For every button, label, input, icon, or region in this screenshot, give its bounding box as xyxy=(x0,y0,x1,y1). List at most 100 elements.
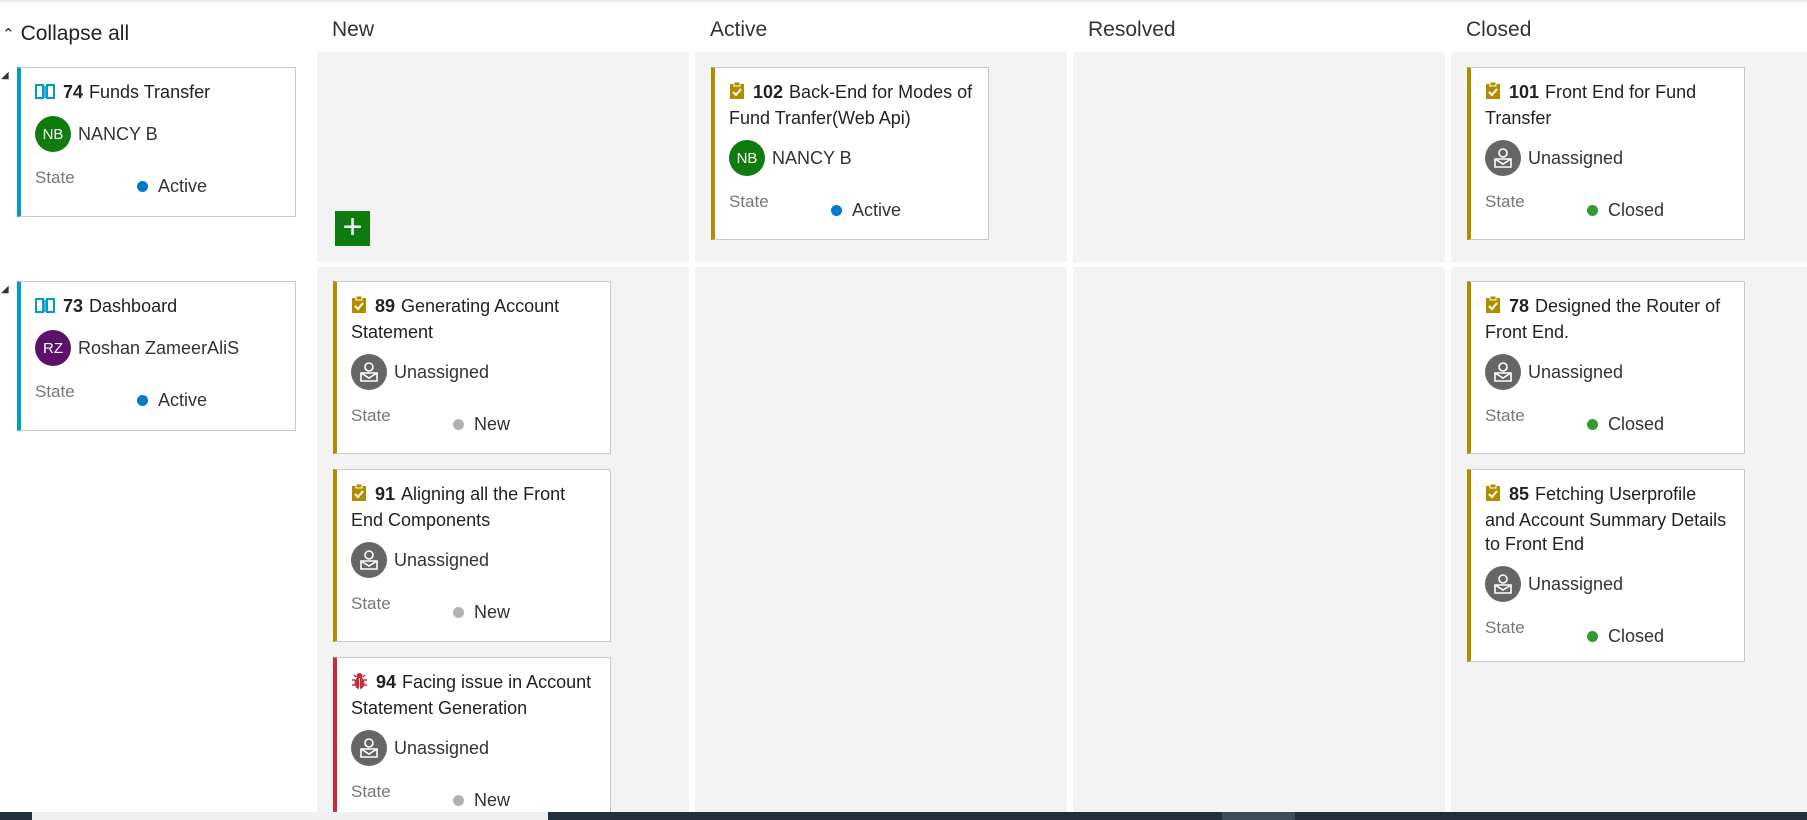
book-icon xyxy=(35,82,55,106)
state-active-dot-icon xyxy=(137,181,148,192)
state-value: New xyxy=(474,602,511,622)
state-field[interactable]: State Active xyxy=(729,192,974,220)
work-item-id: 91 xyxy=(375,484,396,504)
state-field[interactable]: State Active xyxy=(35,168,281,196)
unassigned-avatar-icon xyxy=(1485,566,1521,602)
top-divider xyxy=(0,0,1807,2)
assignee[interactable]: Unassigned xyxy=(1485,566,1730,602)
state-new-dot-icon xyxy=(453,795,464,806)
state-label: State xyxy=(351,406,391,425)
state-closed-dot-icon xyxy=(1587,205,1598,216)
task-clipboard-icon xyxy=(1485,81,1501,106)
work-item-id: 78 xyxy=(1509,296,1530,316)
work-item-id: 102 xyxy=(753,82,784,102)
column-header-new: New xyxy=(332,18,375,41)
state-closed-dot-icon xyxy=(1587,631,1598,642)
work-item-id: 89 xyxy=(375,296,396,316)
assignee[interactable]: NB NANCY B xyxy=(35,116,281,152)
parent-card-73[interactable]: 73 Dashboard RZ Roshan ZameerAliS State A… xyxy=(17,281,296,431)
state-value: New xyxy=(474,414,511,434)
state-value: New xyxy=(474,790,511,810)
column-header-active: Active xyxy=(710,18,768,41)
column-header-resolved: Resolved xyxy=(1088,18,1176,41)
state-value: Active xyxy=(158,176,208,196)
assignee[interactable]: Unassigned xyxy=(351,542,596,578)
state-field[interactable]: State Active xyxy=(35,382,281,410)
collapse-all-button[interactable]: ⌃ Collapse all xyxy=(2,22,129,46)
state-label: State xyxy=(1485,618,1525,637)
work-item-title[interactable]: Dashboard xyxy=(89,296,177,316)
task-clipboard-icon xyxy=(351,483,367,508)
state-label: State xyxy=(1485,192,1525,211)
row-2-expand-caret-icon[interactable]: ◢ xyxy=(1,284,9,295)
avatar: NB xyxy=(729,140,765,176)
horizontal-scrollbar-thumb[interactable] xyxy=(32,812,548,820)
unassigned-avatar-icon xyxy=(351,542,387,578)
state-closed-dot-icon xyxy=(1587,419,1598,430)
task-card-91[interactable]: 91 Aligning all the Front End Components … xyxy=(333,469,611,642)
avatar: RZ xyxy=(35,330,71,366)
taskbar-segment xyxy=(1222,812,1295,820)
state-value: Closed xyxy=(1608,414,1665,434)
assignee-name: Unassigned xyxy=(1528,147,1624,168)
work-item-id: 101 xyxy=(1509,82,1540,102)
task-clipboard-icon xyxy=(1485,295,1501,320)
assignee[interactable]: Unassigned xyxy=(351,730,596,766)
assignee-name: Unassigned xyxy=(394,737,490,758)
state-field[interactable]: State Closed xyxy=(1485,406,1730,434)
avatar: NB xyxy=(35,116,71,152)
task-clipboard-icon xyxy=(351,295,367,320)
swimlane-divider xyxy=(0,262,1807,267)
state-value: Closed xyxy=(1608,626,1665,646)
unassigned-avatar-icon xyxy=(351,730,387,766)
work-item-id: 73 xyxy=(63,296,84,316)
state-field[interactable]: State Closed xyxy=(1485,192,1730,220)
assignee-name: Unassigned xyxy=(1528,361,1624,382)
task-card-101[interactable]: 101 Front End for Fund Transfer Unassigne… xyxy=(1467,67,1745,240)
work-item-id: 94 xyxy=(376,672,397,692)
task-clipboard-icon xyxy=(1485,483,1501,508)
state-field[interactable]: State New xyxy=(351,782,596,810)
bug-icon xyxy=(351,672,368,696)
row-1-expand-caret-icon[interactable]: ◢ xyxy=(1,70,9,81)
task-card-78[interactable]: 78 Designed the Router of Front End. Unas… xyxy=(1467,281,1745,454)
collapse-all-label: Collapse all xyxy=(20,22,130,45)
task-card-89[interactable]: 89 Generating Account Statement Unassigne… xyxy=(333,281,611,454)
assignee[interactable]: Unassigned xyxy=(1485,140,1730,176)
state-label: State xyxy=(35,382,75,401)
lane-resolved xyxy=(1073,52,1445,812)
assignee-name: Roshan ZameerAliS xyxy=(78,337,240,358)
task-card-102[interactable]: 102 Back-End for Modes of Fund Tranfer(We… xyxy=(711,67,989,240)
assignee[interactable]: Unassigned xyxy=(1485,354,1730,390)
unassigned-avatar-icon xyxy=(1485,354,1521,390)
state-new-dot-icon xyxy=(453,607,464,618)
state-label: State xyxy=(35,168,75,187)
assignee-name: NANCY B xyxy=(78,123,158,144)
state-value: Active xyxy=(852,200,902,220)
task-clipboard-icon xyxy=(729,81,745,106)
state-active-dot-icon xyxy=(831,205,842,216)
parent-card-74[interactable]: 74 Funds Transfer NB NANCY B State Active xyxy=(17,67,296,217)
state-field[interactable]: State New xyxy=(351,594,596,622)
state-value: Closed xyxy=(1608,200,1665,220)
state-value: Active xyxy=(158,390,208,410)
column-header-closed: Closed xyxy=(1466,18,1532,41)
state-new-dot-icon xyxy=(453,419,464,430)
assignee[interactable]: NB NANCY B xyxy=(729,140,974,176)
state-active-dot-icon xyxy=(137,395,148,406)
assignee[interactable]: RZ Roshan ZameerAliS xyxy=(35,330,281,366)
assignee-name: NANCY B xyxy=(772,147,852,168)
state-label: State xyxy=(1485,406,1525,425)
state-field[interactable]: State Closed xyxy=(1485,618,1730,646)
work-item-id: 74 xyxy=(63,82,84,102)
unassigned-avatar-icon xyxy=(1485,140,1521,176)
add-work-item-button[interactable]: + xyxy=(335,210,370,246)
book-icon xyxy=(35,296,55,320)
unassigned-avatar-icon xyxy=(351,354,387,390)
assignee[interactable]: Unassigned xyxy=(351,354,596,390)
work-item-title[interactable]: Funds Transfer xyxy=(89,82,210,102)
bug-card-94[interactable]: 94 Facing issue in Account Statement Gene… xyxy=(333,657,611,817)
state-field[interactable]: State New xyxy=(351,406,596,434)
state-label: State xyxy=(351,594,391,613)
task-card-85[interactable]: 85 Fetching Userprofile and Account Summa… xyxy=(1467,469,1745,662)
